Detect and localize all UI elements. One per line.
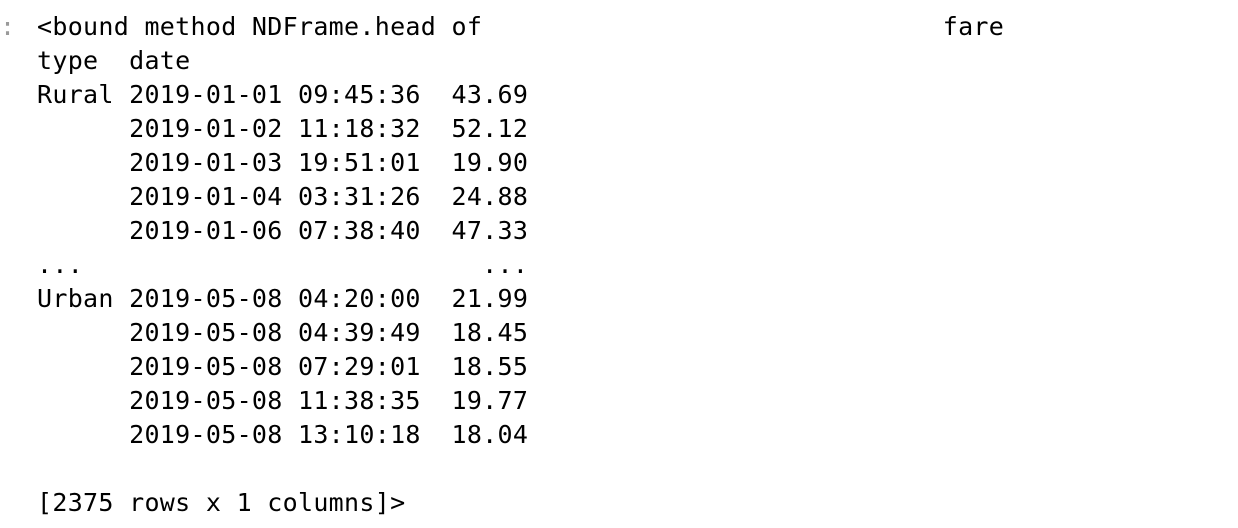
output-line-row: 2019-01-06 07:38:40 47.33 <box>37 216 529 245</box>
output-line-row: Rural 2019-01-01 09:45:36 43.69 <box>37 80 529 109</box>
cell-prompt-marker: : <box>0 12 16 41</box>
output-line-row: 2019-05-08 04:39:49 18.45 <box>37 318 529 347</box>
output-line-row: Urban 2019-05-08 04:20:00 21.99 <box>37 284 529 313</box>
output-line-header: <bound method NDFrame.head of fare <box>37 12 1005 41</box>
output-line-row: 2019-05-08 11:38:35 19.77 <box>37 386 529 415</box>
output-line-row: 2019-01-02 11:18:32 52.12 <box>37 114 529 143</box>
output-line-row: 2019-01-03 19:51:01 19.90 <box>37 148 529 177</box>
output-line-blank <box>37 452 1227 486</box>
output-line-row: 2019-05-08 13:10:18 18.04 <box>37 420 529 449</box>
output-line-index-names: type date <box>37 46 575 75</box>
output-line-row: 2019-01-04 03:31:26 24.88 <box>37 182 529 211</box>
output-line-row: 2019-05-08 07:29:01 18.55 <box>37 352 529 381</box>
output-line-summary: [2375 rows x 1 columns]> <box>37 488 406 517</box>
output-line-ellipsis: ... ... <box>37 250 529 279</box>
cell-output: <bound method NDFrame.head of fare type … <box>37 10 1227 520</box>
